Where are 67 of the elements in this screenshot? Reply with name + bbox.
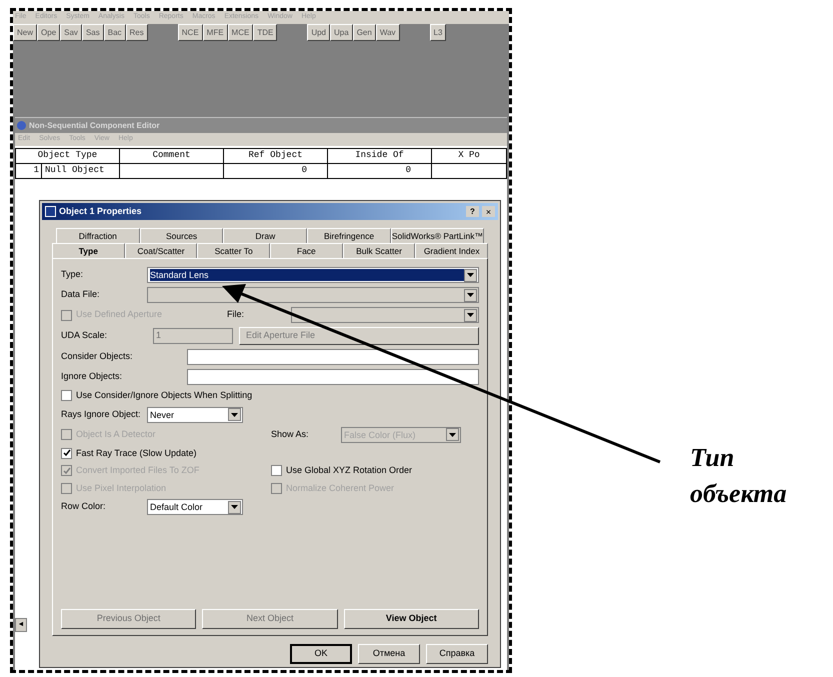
toolbar-button[interactable]: L3 — [430, 24, 446, 41]
input-field[interactable] — [187, 369, 479, 385]
checkbox[interactable] — [61, 448, 72, 459]
toolbar-button[interactable]: Res — [126, 24, 148, 41]
toolbar-button[interactable]: NCE — [178, 24, 203, 41]
tab[interactable]: Scatter To — [197, 243, 270, 258]
dropdown[interactable]: Never — [147, 406, 243, 422]
table-cell: 0 — [224, 164, 328, 179]
dropdown[interactable]: Standard Lens — [147, 267, 479, 283]
field-label: Rays Ignore Object: — [61, 408, 142, 421]
dialog-button[interactable]: Справка — [426, 644, 488, 664]
column-header: Object Type — [16, 149, 120, 164]
app-icon — [45, 206, 56, 217]
close-button[interactable]: × — [482, 206, 495, 217]
field-label: Type: — [61, 268, 84, 282]
checkbox-label: Use Consider/Ignore Objects When Splitting — [76, 389, 252, 402]
tab[interactable]: Diffraction — [56, 228, 140, 243]
column-header: Comment — [120, 149, 224, 164]
field-label: File: — [227, 308, 246, 322]
row-number: 1 — [16, 164, 42, 178]
field-label: UDA Scale: — [61, 329, 108, 342]
annotation-text: Тип — [690, 442, 736, 474]
toolbar-button[interactable]: Gen — [352, 24, 376, 41]
annotation-text: объекта — [690, 478, 787, 510]
checkbox-label: Fast Ray Trace (Slow Update) — [76, 446, 197, 460]
toolbar-button[interactable]: New — [13, 24, 38, 41]
column-header: X Po — [432, 149, 507, 164]
dialog-title: Object 1 Properties — [59, 204, 143, 218]
dialog-button[interactable]: OK — [290, 644, 352, 664]
nav-button[interactable]: View Object — [344, 609, 479, 629]
column-header: Inside Of — [328, 149, 432, 164]
tab[interactable]: SolidWorks® PartLink™ — [390, 228, 484, 243]
toolbar-button[interactable]: TDE — [253, 24, 278, 41]
dialog-button[interactable]: Отмена — [358, 644, 420, 664]
tab[interactable]: Gradient Index — [415, 243, 488, 258]
input-field[interactable] — [187, 349, 479, 365]
toolbar-button[interactable]: Sas — [82, 24, 104, 41]
toolbar-button[interactable]: Upd — [307, 24, 330, 41]
field-label: Row Color: — [61, 500, 107, 514]
toolbar-button[interactable]: Sav — [60, 24, 82, 41]
field-label: Show As: — [271, 428, 310, 441]
field-label: Data File: — [61, 288, 101, 302]
field-label: Ignore Objects: — [61, 370, 124, 384]
editor-title: Non-Sequential Component Editor — [29, 120, 160, 132]
checkbox-label: Use Global XYZ Rotation Order — [286, 464, 412, 477]
toolbar-button[interactable]: MFE — [202, 24, 228, 41]
table-cell: 0 — [328, 164, 432, 179]
toolbar-button[interactable]: Bac — [104, 24, 126, 41]
table-cell-text: Null Object — [44, 164, 104, 177]
tab[interactable]: Bulk Scatter — [342, 243, 416, 258]
toolbar-button[interactable]: Ope — [37, 24, 60, 41]
app-icon — [17, 121, 26, 130]
tab[interactable]: Coat/Scatter — [124, 243, 198, 258]
dropdown[interactable]: Default Color — [147, 499, 243, 515]
checkbox[interactable] — [271, 465, 282, 476]
tab[interactable]: Face — [270, 243, 343, 258]
tab[interactable]: Draw — [223, 228, 308, 243]
toolbar-button[interactable]: MCE — [228, 24, 254, 41]
tab[interactable]: Type — [52, 243, 125, 258]
toolbar-button[interactable]: Upa — [330, 24, 353, 41]
toolbar-button[interactable]: Wav — [376, 24, 400, 41]
tab[interactable]: Birefringence — [307, 228, 391, 243]
tab[interactable]: Sources — [140, 228, 224, 243]
field-label: Consider Objects: — [61, 350, 134, 364]
checkbox[interactable] — [61, 390, 72, 402]
column-header: Ref Object — [224, 149, 328, 164]
help-button[interactable]: ? — [466, 206, 479, 217]
